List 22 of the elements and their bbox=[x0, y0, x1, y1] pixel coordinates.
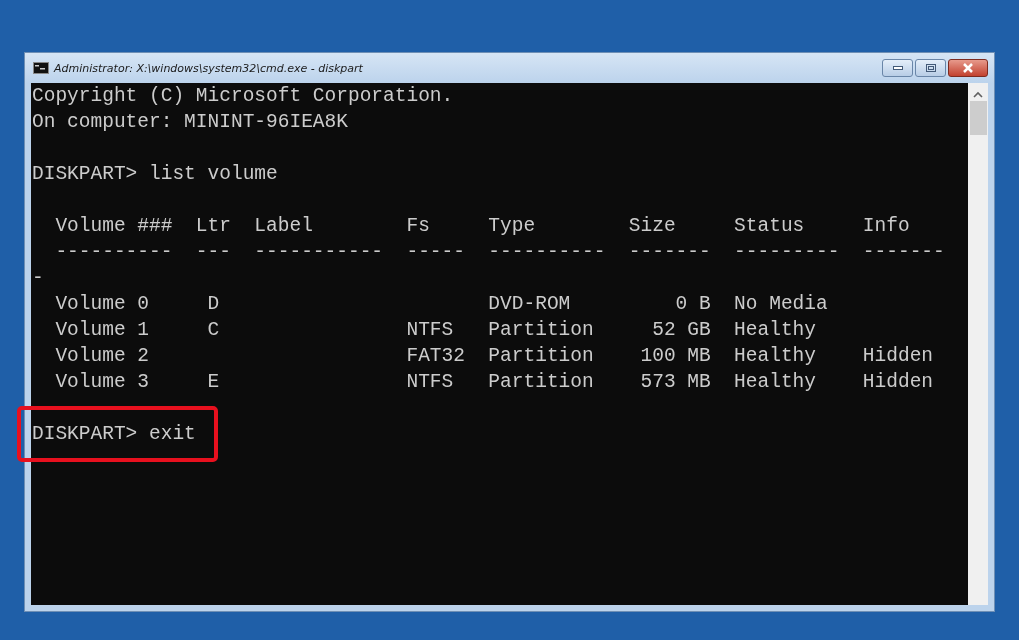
scrollbar-thumb[interactable] bbox=[969, 101, 987, 135]
console-line: Volume 0 D DVD-ROM 0 B No Media bbox=[54, 292, 829, 317]
console-icon bbox=[33, 62, 49, 74]
console-line: Volume ### Ltr Label Fs Type Size Status Info bbox=[54, 214, 911, 239]
minimize-button[interactable] bbox=[882, 59, 913, 77]
window-title: Administrator: X:\windows\system32\cmd.exe - diskpart bbox=[54, 61, 364, 75]
close-button[interactable] bbox=[948, 59, 988, 77]
console-line: DISKPART> list volume bbox=[32, 162, 279, 187]
close-icon bbox=[962, 63, 974, 73]
console-line: Volume 3 E NTFS Partition 573 MB Healthy Hidden bbox=[54, 370, 935, 395]
console-line: Copyright (C) Microsoft Corporation. bbox=[32, 84, 455, 109]
console-line: On computer: MININT-96IEA8K bbox=[32, 110, 349, 135]
console-line: Volume 2 FAT32 Partition 100 MB Healthy Hidden bbox=[54, 344, 935, 369]
console-line: ---------- --- ----------- ----- ---------- ------- --------- ------- bbox=[54, 240, 946, 265]
maximize-icon bbox=[925, 64, 936, 72]
maximize-button[interactable] bbox=[915, 59, 946, 77]
console-line: - bbox=[32, 266, 45, 291]
minimize-icon bbox=[892, 66, 903, 70]
scroll-up-icon[interactable] bbox=[973, 91, 983, 98]
console-line: DISKPART> exit bbox=[32, 422, 196, 447]
console-line: Volume 1 C NTFS Partition 52 GB Healthy bbox=[54, 318, 818, 343]
scrollbar[interactable] bbox=[968, 83, 988, 605]
